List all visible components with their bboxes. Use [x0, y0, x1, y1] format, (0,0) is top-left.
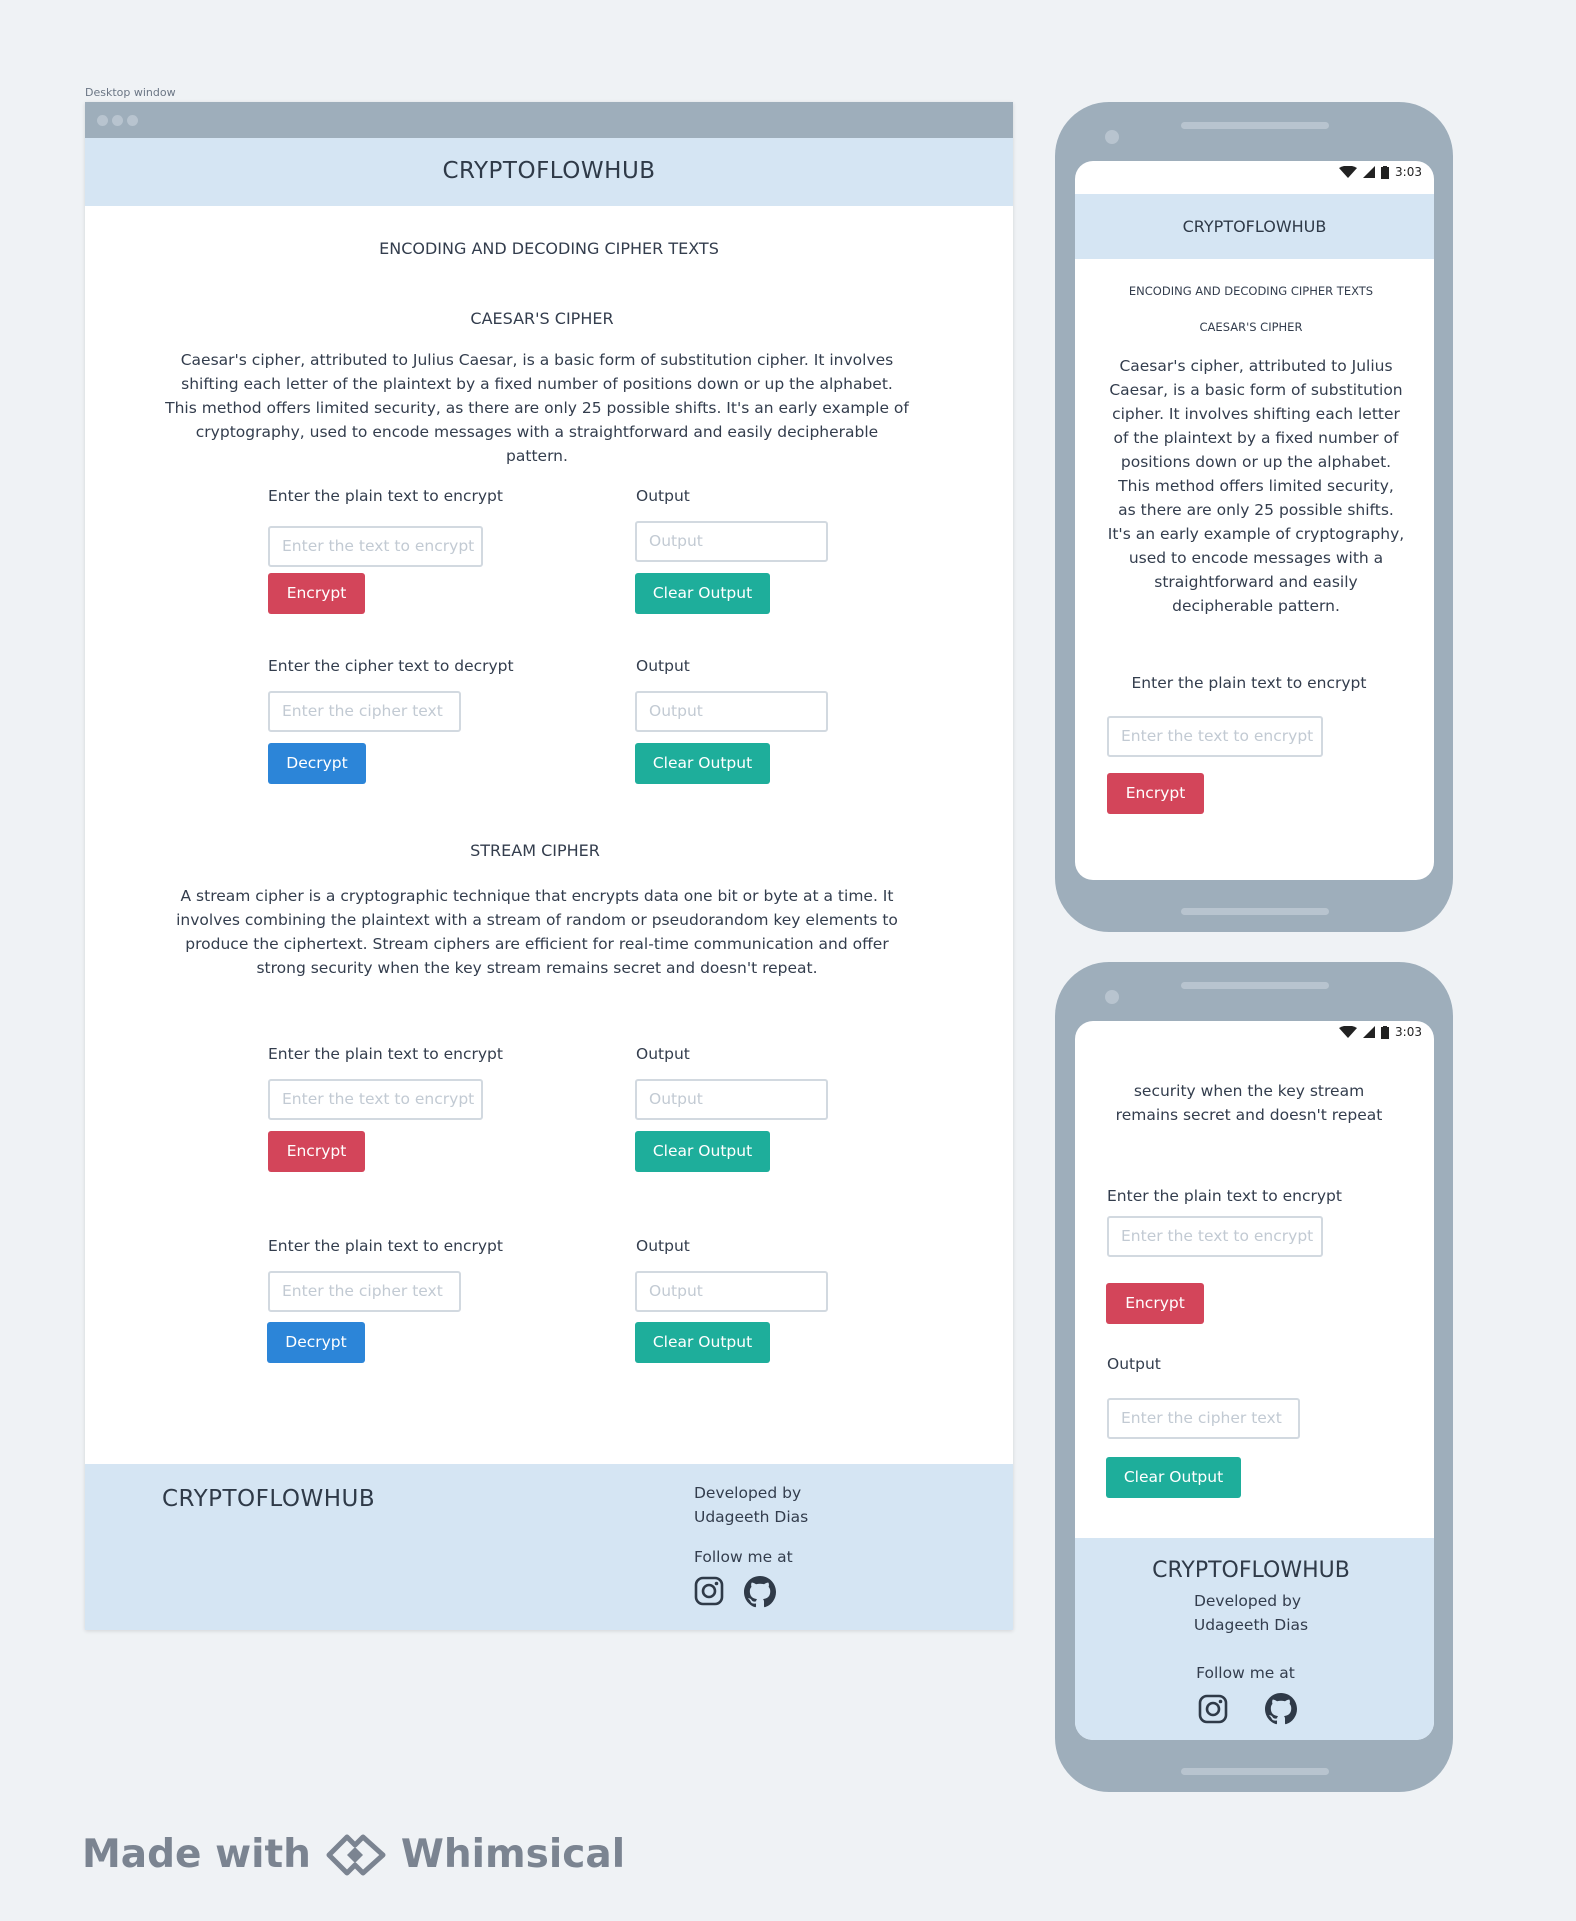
status-bar: 3:03 [1339, 165, 1422, 179]
stream-clear-output2-button[interactable]: Clear Output [635, 1322, 770, 1363]
stream-output2-label: Output [636, 1237, 690, 1255]
mobile-frame-1: 3:03 CRYPTOFLOWHUB ENCODING AND DECODING… [1055, 102, 1453, 932]
mobile-encrypt-label: Enter the plain text to encrypt [1107, 1187, 1342, 1205]
site-footer: CRYPTOFLOWHUB Developed by Udageeth Dias… [85, 1464, 1013, 1630]
whimsical-watermark[interactable]: Made with Whimsical [82, 1832, 625, 1877]
caesar-encrypt-label: Enter the plain text to encrypt [268, 487, 503, 505]
mobile-page-heading: ENCODING AND DECODING CIPHER TEXTS [1128, 284, 1374, 298]
instagram-icon[interactable] [694, 1576, 724, 1606]
mobile-screen-1: 3:03 CRYPTOFLOWHUB ENCODING AND DECODING… [1075, 161, 1434, 880]
wifi-icon [1339, 166, 1358, 178]
site-brand[interactable]: CRYPTOFLOWHUB [85, 158, 1013, 184]
made-with-text: Made with [82, 1832, 311, 1877]
footer-brand[interactable]: CRYPTOFLOWHUB [162, 1486, 375, 1512]
stream-encrypt-button[interactable]: Encrypt [268, 1131, 365, 1172]
phone-speaker [1181, 982, 1329, 989]
mobile-clear-output-button[interactable]: Clear Output [1106, 1457, 1241, 1498]
desktop-window: CRYPTOFLOWHUB ENCODING AND DECODING CIPH… [85, 102, 1013, 1630]
status-bar: 3:03 [1339, 1025, 1422, 1039]
footer-developer-name: Udageeth Dias [694, 1508, 809, 1526]
caesar-decrypt-input[interactable]: Enter the cipher text [268, 691, 461, 732]
mobile-footer-developed-by: Developed by [1193, 1592, 1302, 1610]
phone-camera [1105, 130, 1119, 144]
caesar-clear-output2-button[interactable]: Clear Output [635, 743, 770, 784]
mobile-frame-2: 3:03 security when the key stream remain… [1055, 962, 1453, 1792]
caesar-output-field[interactable]: Output [635, 521, 828, 562]
caesar-output2-label: Output [636, 657, 690, 675]
stream-clear-output-button[interactable]: Clear Output [635, 1131, 770, 1172]
caesar-description: Caesar's cipher, attributed to Julius Ca… [165, 351, 909, 465]
caesar-encrypt-button[interactable]: Encrypt [268, 573, 365, 614]
mobile-footer-developer: Udageeth Dias [1193, 1616, 1309, 1634]
stream-description: A stream cipher is a cryptographic techn… [176, 887, 898, 977]
mobile-encrypt-label: Enter the plain text to encrypt [1131, 674, 1367, 692]
battery-icon [1381, 1025, 1390, 1039]
status-time: 3:03 [1395, 1025, 1422, 1039]
mobile-encrypt-input[interactable]: Enter the text to encrypt [1107, 1216, 1323, 1257]
whimsical-logo-icon [325, 1833, 387, 1877]
footer-developed-by: Developed by [694, 1484, 802, 1502]
phone-home-bar[interactable] [1181, 1768, 1329, 1775]
caesar-clear-output-button[interactable]: Clear Output [635, 573, 770, 614]
mobile-brand[interactable]: CRYPTOFLOWHUB [1075, 217, 1434, 236]
stream-encrypt-label: Enter the plain text to encrypt [268, 1045, 503, 1063]
window-dot[interactable] [127, 115, 138, 126]
footer-follow-label: Follow me at [694, 1548, 793, 1566]
mobile-section-title: CAESAR'S CIPHER [1199, 320, 1303, 334]
status-time: 3:03 [1395, 165, 1422, 179]
caesar-output2-field[interactable]: Output [635, 691, 828, 732]
stream-output2-field[interactable]: Output [635, 1271, 828, 1312]
battery-icon [1381, 165, 1390, 179]
mobile-footer-follow: Follow me at [1196, 1664, 1295, 1682]
caesar-encrypt-input[interactable]: Enter the text to encrypt [268, 526, 483, 567]
mobile-output-field[interactable]: Enter the cipher text [1107, 1398, 1300, 1439]
window-titlebar [85, 102, 1013, 138]
stream-decrypt-button[interactable]: Decrypt [267, 1322, 365, 1363]
stream-output-label: Output [636, 1045, 690, 1063]
caesar-title: CAESAR'S CIPHER [470, 309, 614, 328]
mobile-description: Caesar's cipher, attributed to Julius Ca… [1107, 357, 1405, 615]
phone-speaker [1181, 122, 1329, 129]
mobile-footer-brand[interactable]: CRYPTOFLOWHUB [1075, 1558, 1427, 1583]
signal-icon [1363, 1026, 1376, 1038]
github-icon[interactable] [1265, 1693, 1297, 1725]
page-heading: ENCODING AND DECODING CIPHER TEXTS [379, 239, 719, 258]
mobile-output-label: Output [1107, 1355, 1161, 1373]
stream-decrypt-input[interactable]: Enter the cipher text [268, 1271, 461, 1312]
mobile-description-tail: security when the key stream remains sec… [1115, 1082, 1383, 1124]
instagram-icon[interactable] [1198, 1694, 1228, 1724]
mobile-encrypt-input[interactable]: Enter the text to encrypt [1107, 716, 1323, 757]
stream-output-field[interactable]: Output [635, 1079, 828, 1120]
stream-decrypt-label: Enter the plain text to encrypt [268, 1237, 503, 1255]
wifi-icon [1339, 1026, 1358, 1038]
phone-camera [1105, 990, 1119, 1004]
mobile-encrypt-button[interactable]: Encrypt [1106, 1283, 1204, 1324]
window-dot[interactable] [112, 115, 123, 126]
mobile-encrypt-button[interactable]: Encrypt [1107, 773, 1204, 814]
desktop-caption: Desktop window [85, 86, 176, 99]
github-icon[interactable] [744, 1576, 776, 1608]
caesar-output-label: Output [636, 487, 690, 505]
phone-home-bar[interactable] [1181, 908, 1329, 915]
mobile-footer: CRYPTOFLOWHUB Developed by Udageeth Dias… [1075, 1538, 1434, 1740]
whimsical-brand-text: Whimsical [400, 1832, 626, 1877]
signal-icon [1363, 166, 1376, 178]
caesar-decrypt-button[interactable]: Decrypt [268, 743, 366, 784]
stream-encrypt-input[interactable]: Enter the text to encrypt [268, 1079, 483, 1120]
window-dot[interactable] [97, 115, 108, 126]
caesar-decrypt-label: Enter the cipher text to decrypt [268, 657, 514, 675]
stream-title: STREAM CIPHER [470, 841, 600, 860]
mobile-screen-2: 3:03 security when the key stream remain… [1075, 1021, 1434, 1740]
